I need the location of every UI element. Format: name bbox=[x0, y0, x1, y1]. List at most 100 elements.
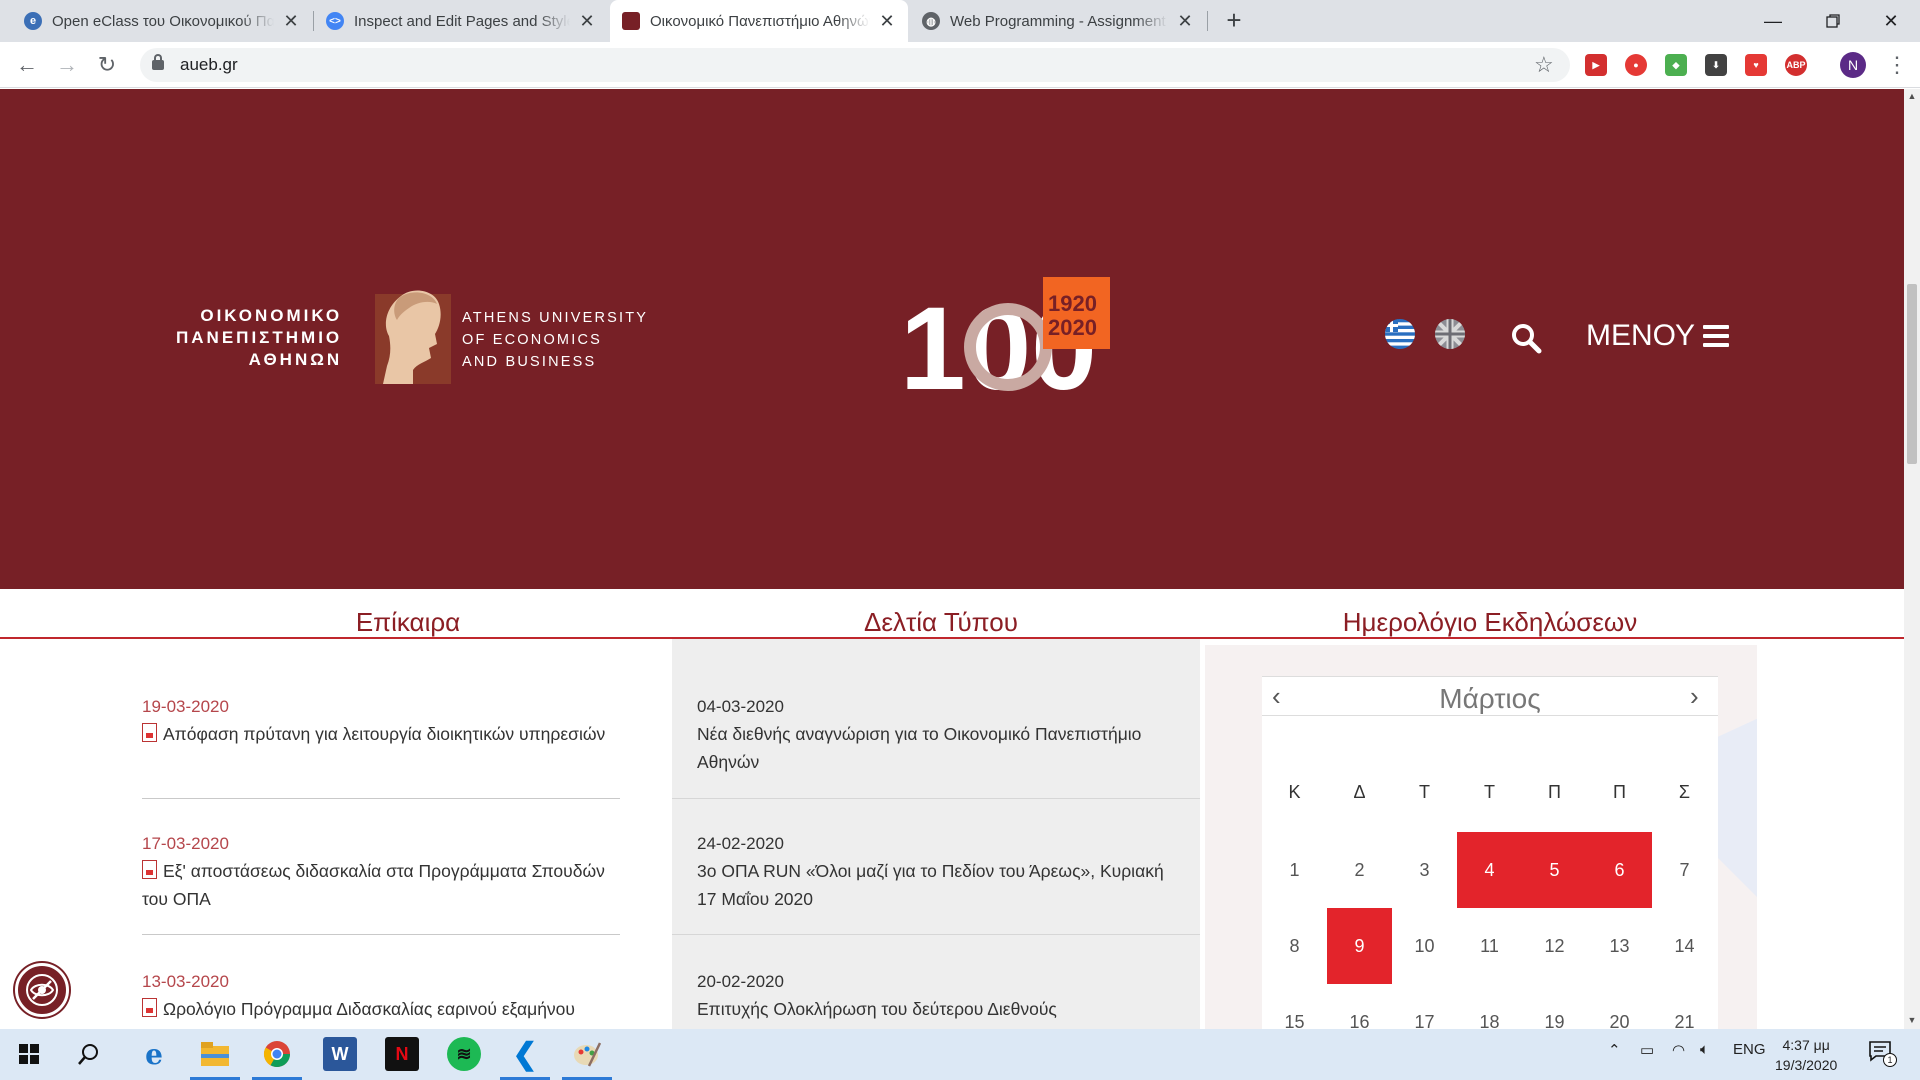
news-text[interactable]: Απόφαση πρύτανη για λειτουργία διοικητικ… bbox=[163, 724, 605, 744]
tab-title: Οικονομικό Πανεπιστήμιο Αθηνών bbox=[650, 12, 870, 30]
press-text[interactable]: Νέα διεθνής αναγνώριση για το Οικονομικό… bbox=[697, 720, 1177, 776]
browser-tab[interactable]: ◍ Web Programming - Assignment ✕ bbox=[910, 0, 1206, 42]
greek-flag-icon[interactable] bbox=[1385, 319, 1415, 349]
news-text[interactable]: Ωρολόγιο Πρόγραμμα Διδασκαλίας εαρινού ε… bbox=[163, 999, 575, 1019]
accessibility-button[interactable] bbox=[15, 963, 69, 1017]
wifi-icon[interactable]: ◠ bbox=[1672, 1041, 1685, 1059]
news-item[interactable]: 13-03-2020 Ωρολόγιο Πρόγραμμα Διδασκαλία… bbox=[142, 969, 620, 1023]
close-window-button[interactable]: ✕ bbox=[1862, 0, 1920, 42]
calendar-day[interactable]: 8 bbox=[1262, 908, 1327, 984]
pdf-icon bbox=[142, 723, 157, 742]
browser-tab[interactable]: e Open eClass του Οικονομικού Πανεπιστημ… bbox=[12, 0, 312, 42]
news-section-title[interactable]: Επίκαιρα bbox=[308, 607, 508, 638]
action-center-button[interactable]: 1 bbox=[1868, 1039, 1897, 1067]
netflix-icon[interactable]: N bbox=[385, 1037, 419, 1071]
eclass-icon: e bbox=[24, 12, 42, 30]
calendar-day[interactable]: 16 bbox=[1327, 984, 1392, 1030]
calendar-day[interactable]: 2 bbox=[1327, 832, 1392, 908]
paint-icon[interactable] bbox=[570, 1037, 604, 1071]
profile-avatar[interactable]: N bbox=[1840, 52, 1866, 78]
press-text[interactable]: 3ο ΟΠΑ RUN «Όλοι μαζί για το Πεδίον του … bbox=[697, 857, 1177, 913]
back-button[interactable]: ← bbox=[12, 50, 42, 80]
scrollbar-thumb[interactable] bbox=[1907, 284, 1917, 464]
calendar-day[interactable]: 18 bbox=[1457, 984, 1522, 1030]
menu-kebab-icon[interactable]: ⋮ bbox=[1886, 52, 1908, 78]
calendar-day[interactable]: 11 bbox=[1457, 908, 1522, 984]
edge-icon[interactable]: e bbox=[137, 1037, 171, 1071]
browser-tab-active[interactable]: Οικονομικό Πανεπιστήμιο Αθηνών ✕ bbox=[610, 0, 908, 42]
vscode-icon[interactable]: ❮ bbox=[508, 1037, 542, 1071]
calendar-day[interactable]: 3 bbox=[1392, 832, 1457, 908]
word-icon[interactable]: W bbox=[323, 1037, 357, 1071]
extension-shield-icon[interactable]: ● bbox=[1625, 54, 1647, 76]
battery-icon[interactable]: ▭ bbox=[1640, 1041, 1654, 1059]
calendar-day[interactable]: 1 bbox=[1262, 832, 1327, 908]
calendar-day-event[interactable]: 6 bbox=[1587, 832, 1652, 908]
calendar-day-event[interactable]: 9 bbox=[1327, 908, 1392, 984]
scroll-down-arrow-icon[interactable]: ▼ bbox=[1907, 1015, 1917, 1025]
system-clock[interactable]: 4:37 μμ 19/3/2020 bbox=[1775, 1035, 1837, 1075]
new-tab-button[interactable]: + bbox=[1219, 6, 1249, 36]
calendar-day[interactable]: 12 bbox=[1522, 908, 1587, 984]
search-icon[interactable] bbox=[72, 1037, 106, 1071]
extension-pocket-icon[interactable]: ♥ bbox=[1745, 54, 1767, 76]
logo-english-line: OF ECONOMICS bbox=[462, 332, 602, 348]
spotify-icon[interactable]: ≋ bbox=[447, 1037, 481, 1071]
press-text[interactable]: Επιτυχής Ολοκλήρωση του δεύτερου Διεθνού… bbox=[697, 995, 1177, 1023]
calendar-day[interactable]: 19 bbox=[1522, 984, 1587, 1030]
logo-greek[interactable]: ΟΙΚΟΝΟΜΙΚΟ ΠΑΝΕΠΙΣΤΗΜΙΟ ΑΘΗΝΩΝ bbox=[176, 305, 342, 371]
uk-flag-icon[interactable] bbox=[1435, 319, 1465, 349]
page-scrollbar[interactable]: ▲ ▼ bbox=[1904, 89, 1920, 1029]
address-bar[interactable]: aueb.gr bbox=[140, 48, 1570, 82]
extension-green-icon[interactable]: ◆ bbox=[1665, 54, 1687, 76]
close-tab-icon[interactable]: ✕ bbox=[282, 11, 300, 32]
calendar-day[interactable]: 7 bbox=[1652, 832, 1717, 908]
scroll-up-arrow-icon[interactable]: ▲ bbox=[1907, 91, 1917, 101]
news-item[interactable]: 17-03-2020 Εξ' αποστάσεως διδασκαλία στα… bbox=[142, 831, 620, 913]
logo-english[interactable]: ATHENS UNIVERSITY OF ECONOMICS AND BUSIN… bbox=[462, 307, 648, 373]
press-item[interactable]: 24-02-2020 3ο ΟΠΑ RUN «Όλοι μαζί για το … bbox=[697, 831, 1177, 913]
news-text[interactable]: Εξ' αποστάσεως διδασκαλία στα Προγράμματ… bbox=[142, 861, 605, 909]
calendar-day[interactable]: 10 bbox=[1392, 908, 1457, 984]
main-menu-button[interactable]: ΜΕΝΟΥ bbox=[1586, 319, 1730, 353]
adblock-icon[interactable]: ABP bbox=[1785, 54, 1807, 76]
calendar-day[interactable]: 15 bbox=[1262, 984, 1327, 1030]
calendar-day[interactable]: 21 bbox=[1652, 984, 1717, 1030]
extension-download-icon[interactable]: ⬇ bbox=[1705, 54, 1727, 76]
calendar-day[interactable]: 14 bbox=[1652, 908, 1717, 984]
news-item[interactable]: 19-03-2020 Απόφαση πρύτανη για λειτουργί… bbox=[142, 694, 620, 748]
forward-button[interactable]: → bbox=[52, 50, 82, 80]
show-hidden-icons-icon[interactable]: ⌃ bbox=[1608, 1041, 1621, 1059]
browser-toolbar: ← → ↻ aueb.gr ☆ ▶ ● ◆ ⬇ ♥ ABP N ⋮ bbox=[0, 42, 1920, 88]
calendar-day-event[interactable]: 4 bbox=[1457, 832, 1522, 908]
logo-english-line: AND BUSINESS bbox=[462, 354, 597, 370]
file-explorer-icon[interactable] bbox=[198, 1037, 232, 1071]
bookmark-star-icon[interactable]: ☆ bbox=[1534, 52, 1554, 78]
extension-red-icon[interactable]: ▶ bbox=[1585, 54, 1607, 76]
calendar-day[interactable]: 17 bbox=[1392, 984, 1457, 1030]
news-divider bbox=[142, 798, 620, 799]
close-tab-icon[interactable]: ✕ bbox=[1176, 11, 1194, 32]
minimize-button[interactable]: — bbox=[1744, 0, 1802, 42]
calendar-prev-button[interactable]: ‹ bbox=[1272, 681, 1281, 712]
lock-icon[interactable] bbox=[152, 54, 164, 70]
reload-button[interactable]: ↻ bbox=[92, 50, 122, 80]
restore-button[interactable] bbox=[1804, 0, 1862, 42]
volume-icon[interactable]: 🔈︎ bbox=[1700, 1041, 1709, 1058]
close-tab-icon[interactable]: ✕ bbox=[578, 11, 596, 32]
calendar-next-button[interactable]: › bbox=[1690, 681, 1699, 712]
calendar-day[interactable]: 20 bbox=[1587, 984, 1652, 1030]
input-language[interactable]: ENG bbox=[1733, 1041, 1766, 1058]
press-item[interactable]: 04-03-2020 Νέα διεθνής αναγνώριση για το… bbox=[697, 694, 1177, 776]
calendar-section-title[interactable]: Ημερολόγιο Εκδηλώσεων bbox=[1320, 607, 1660, 638]
press-item[interactable]: 20-02-2020 Επιτυχής Ολοκλήρωση του δεύτε… bbox=[697, 969, 1177, 1023]
press-section-title[interactable]: Δελτία Τύπου bbox=[826, 607, 1056, 638]
close-tab-icon[interactable]: ✕ bbox=[878, 11, 896, 32]
hermes-head-logo-icon[interactable] bbox=[373, 286, 453, 386]
chrome-icon[interactable] bbox=[260, 1037, 294, 1071]
calendar-day-event[interactable]: 5 bbox=[1522, 832, 1587, 908]
search-icon[interactable] bbox=[1510, 322, 1542, 354]
browser-tab[interactable]: <> Inspect and Edit Pages and Styles ✕ bbox=[314, 0, 608, 42]
start-icon[interactable] bbox=[12, 1037, 46, 1071]
calendar-day[interactable]: 13 bbox=[1587, 908, 1652, 984]
